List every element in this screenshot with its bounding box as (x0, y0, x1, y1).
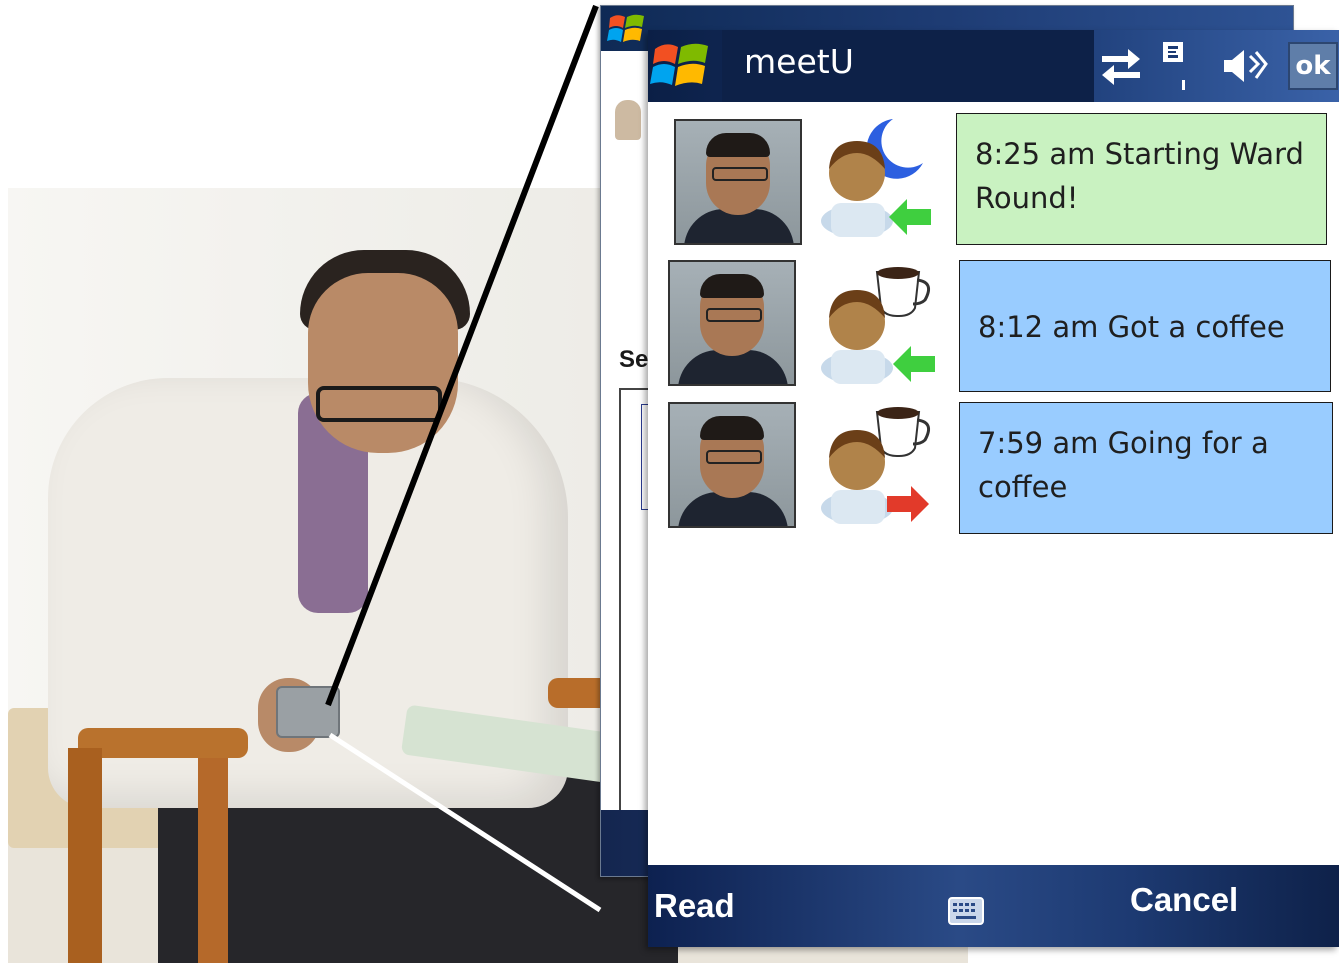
handheld-device (276, 686, 340, 738)
doctor-coffee-status-icon (821, 267, 935, 384)
titlebar: meetU ok (648, 30, 1339, 102)
volume-icon[interactable] (1220, 40, 1270, 92)
read-softkey[interactable]: Read (654, 887, 735, 925)
doctor-night-status-icon (821, 119, 931, 237)
arrow-in-icon (893, 346, 935, 382)
chair-arm (78, 728, 248, 758)
status-message: 7:59 am Going for a coffee (959, 402, 1333, 534)
feed-row[interactable]: 8:12 am Got a coffee (648, 260, 1339, 400)
cancel-softkey[interactable]: Cancel (1130, 881, 1238, 919)
avatar (668, 402, 796, 528)
ok-button[interactable]: ok (1288, 42, 1338, 90)
avatar (674, 119, 802, 245)
doctor-coffee-status-icon (821, 407, 931, 524)
status-message: 8:12 am Got a coffee (959, 260, 1331, 392)
chair-leg (198, 758, 228, 963)
windows-logo-icon (607, 14, 644, 42)
feed-row[interactable]: 8:25 am Starting Ward Round! (648, 113, 1339, 253)
clinician-head (308, 273, 458, 453)
arrow-out-icon (887, 486, 929, 522)
contact-icon (615, 100, 641, 140)
signal-icon[interactable] (1160, 40, 1194, 92)
arrow-in-icon (889, 199, 931, 235)
windows-start-icon[interactable] (650, 36, 712, 96)
softkey-bar: Read Cancel (648, 865, 1339, 947)
keyboard-icon[interactable] (948, 897, 984, 925)
avatar (668, 260, 796, 386)
feed-row[interactable]: 7:59 am Going for a coffee (648, 400, 1339, 540)
meetu-phone-screen: meetU ok 8:25 am Starting Ward Round! 8:… (648, 30, 1339, 947)
section-label: Se (619, 346, 649, 373)
chair-leg (68, 748, 102, 963)
clinician-glasses (316, 386, 442, 422)
status-message: 8:25 am Starting Ward Round! (956, 113, 1327, 245)
app-title: meetU (744, 42, 854, 81)
connectivity-icon[interactable] (1098, 40, 1144, 92)
